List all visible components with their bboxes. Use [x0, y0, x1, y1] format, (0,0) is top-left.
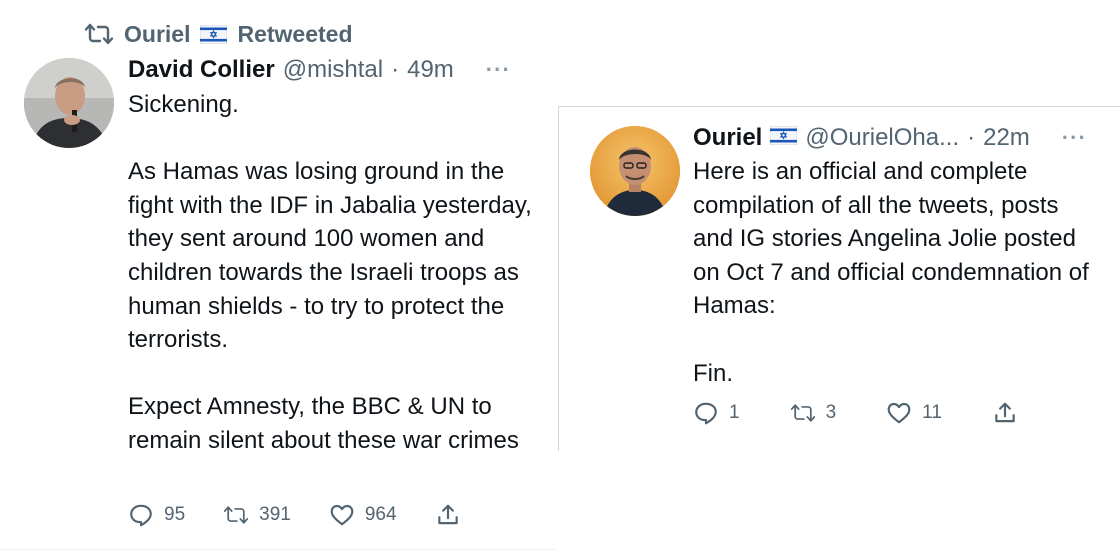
retweet-icon [84, 23, 114, 45]
like-count: 11 [922, 402, 942, 423]
tweet-actions: 95 391 964 [128, 502, 499, 528]
separator-dot: · [391, 56, 400, 83]
tweet-text: Sickening. As Hamas was losing ground in… [128, 91, 532, 454]
retweet-count: 3 [825, 402, 837, 423]
author-handle[interactable]: @mishtal [283, 56, 383, 84]
avatar[interactable] [590, 126, 680, 216]
retweet-icon [790, 404, 815, 422]
retweet-button[interactable]: 391 [223, 502, 291, 528]
retweeted-tweet[interactable]: Ouriel Retweeted David Collier @mishtal … [0, 0, 556, 554]
reply-button[interactable]: 1 [693, 400, 740, 426]
divider [0, 549, 556, 550]
avatar-image [590, 126, 680, 216]
heart-icon [887, 402, 911, 424]
reply-count: 95 [164, 504, 186, 525]
tweet-timestamp[interactable]: 49m [407, 56, 454, 84]
retweet-icon [224, 506, 249, 524]
reply-button[interactable]: 95 [128, 502, 185, 528]
like-button[interactable]: 964 [329, 502, 397, 528]
share-icon [995, 402, 1015, 423]
like-count: 964 [364, 504, 397, 525]
share-button[interactable] [435, 502, 461, 528]
more-options-icon[interactable]: ··· [1062, 125, 1087, 151]
author-handle[interactable]: @OurielOha... [805, 124, 959, 152]
tweet-header: Ouriel @OurielOha... · 22m ··· [693, 124, 1087, 152]
israel-flag-icon [200, 24, 228, 44]
retweet-context: Ouriel Retweeted [84, 18, 353, 50]
reply-count: 1 [729, 402, 740, 423]
share-icon [437, 504, 458, 525]
avatar-image [24, 58, 114, 148]
retweeter-name[interactable]: Ouriel [124, 21, 190, 48]
author-display-name[interactable]: Ouriel [693, 124, 762, 152]
reply-icon [130, 504, 152, 527]
tweet-header: David Collier @mishtal · 49m ··· [128, 56, 511, 84]
retweet-button[interactable]: 3 [790, 400, 837, 426]
tweet-text: Here is an official and complete compila… [693, 158, 1089, 387]
retweeted-label: Retweeted [237, 20, 353, 47]
like-button[interactable]: 11 [886, 400, 942, 426]
separator-dot: · [967, 124, 976, 151]
share-button[interactable] [992, 400, 1018, 426]
retweet-count: 391 [259, 504, 291, 525]
tweet-actions: 1 3 11 [693, 400, 1068, 426]
tweet-timestamp[interactable]: 22m [983, 124, 1030, 152]
screenshot-canvas: Ouriel Retweeted David Collier @mishtal … [0, 0, 1120, 554]
author-display-name[interactable]: David Collier [128, 56, 275, 84]
avatar[interactable] [24, 58, 114, 148]
israel-flag-icon [770, 126, 798, 145]
reply-icon [695, 402, 717, 425]
more-options-icon[interactable]: ··· [486, 57, 511, 83]
heart-icon [330, 504, 354, 526]
